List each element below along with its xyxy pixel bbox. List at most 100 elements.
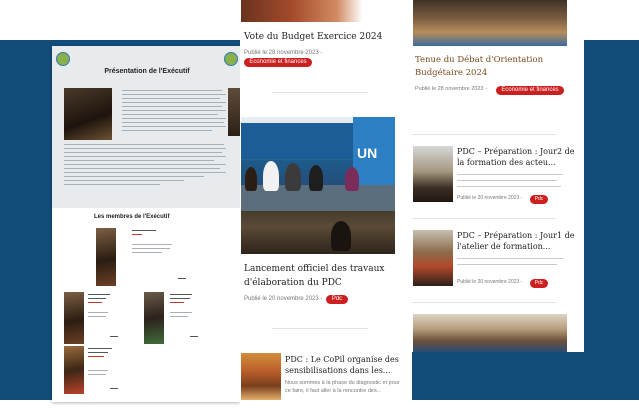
member-name-line <box>170 294 192 295</box>
text-line <box>64 160 214 161</box>
post-date: Publié le 20 novembre 2023 - <box>244 296 323 302</box>
post-title[interactable]: PDC – Préparation : Jour2 de la formatio… <box>457 146 577 168</box>
text-line <box>122 98 220 99</box>
post-thumbnail[interactable] <box>241 353 281 400</box>
text-line <box>64 180 184 181</box>
post-image[interactable] <box>241 0 369 22</box>
text-line <box>64 164 226 165</box>
text-line <box>170 312 192 313</box>
text-line <box>64 176 204 177</box>
text-line <box>457 258 563 259</box>
member-role-line <box>88 302 102 303</box>
post-image[interactable] <box>413 0 567 46</box>
category-pill[interactable]: Pdc <box>530 195 548 204</box>
category-pill[interactable]: Economie et finances <box>244 58 312 67</box>
text-line <box>64 148 226 149</box>
post-thumbnail[interactable] <box>413 146 453 202</box>
text-line <box>88 374 106 375</box>
member-photo <box>96 228 116 286</box>
member-photo <box>64 346 84 394</box>
text-line <box>457 174 563 175</box>
text-line <box>64 156 226 157</box>
text-line <box>132 252 162 253</box>
text-line <box>457 180 557 181</box>
post-date: Publié le 28 novembre 2023 - <box>415 86 487 92</box>
text-line <box>122 94 226 95</box>
text-line <box>88 370 108 371</box>
text-line <box>64 152 222 153</box>
text-line <box>132 248 170 249</box>
text-line <box>122 118 226 119</box>
text-line <box>64 172 226 173</box>
text-line <box>457 264 557 265</box>
post-thumbnail[interactable] <box>413 230 453 286</box>
text-line <box>122 130 212 131</box>
text-line <box>132 244 172 245</box>
post-title[interactable]: PDC – Préparation : Jour1 de l'atelier d… <box>457 230 577 252</box>
post-date: Publié le 20 novembre 2023 - <box>457 195 523 201</box>
post-image[interactable]: UN <box>241 117 395 254</box>
more-link[interactable] <box>110 336 118 337</box>
person-figure <box>345 167 359 191</box>
person-figure <box>263 161 279 191</box>
separator <box>272 92 368 93</box>
post-title[interactable]: Vote du Budget Exercice 2024 <box>244 30 404 44</box>
post-date: Publié le 20 novembre 2023 - <box>457 279 523 285</box>
member-role-line <box>132 234 142 235</box>
text-line <box>88 316 106 317</box>
person-figure <box>331 221 351 251</box>
executif-page-card[interactable]: Présentation de l'Exécutif Les membres d… <box>52 46 240 402</box>
more-link[interactable] <box>178 278 186 279</box>
text-line <box>122 110 226 111</box>
text-line <box>122 106 222 107</box>
member-role-line <box>88 356 104 357</box>
text-line <box>457 186 561 187</box>
text-line <box>64 168 220 169</box>
logo-icon <box>56 52 70 66</box>
text-line <box>122 126 226 127</box>
member-name-line <box>132 230 156 231</box>
separator <box>272 328 368 329</box>
logo-icon <box>224 52 238 66</box>
separator <box>412 218 556 219</box>
text-line <box>122 102 226 103</box>
text-line <box>122 90 222 91</box>
text-line <box>122 122 224 123</box>
member-name-line <box>88 294 110 295</box>
members-title: Les membres de l'Exécutif <box>94 214 170 220</box>
category-pill[interactable]: Pdc <box>530 279 548 288</box>
person-figure <box>245 167 257 191</box>
text-line <box>64 144 224 145</box>
category-pill[interactable]: Economie et finances <box>496 86 564 95</box>
executif-title: Présentation de l'Exécutif <box>104 68 190 75</box>
text-line <box>64 184 160 185</box>
post-excerpt: Nous sommes à la phase du diagnostic et … <box>285 380 400 394</box>
event-banner <box>241 123 353 159</box>
text-line <box>88 312 108 313</box>
post-title[interactable]: PDC : Le CoPil organise des sensibilisat… <box>285 354 403 376</box>
separator <box>412 134 556 135</box>
un-logo-icon: UN <box>357 145 378 161</box>
post-title[interactable]: Tenue du Débat d'Orientation Budgétaire … <box>415 54 575 80</box>
post-date: Publié le 28 novembre 2023 - <box>244 50 323 56</box>
member-photo <box>64 292 84 344</box>
more-link[interactable] <box>190 336 198 337</box>
post-image[interactable] <box>413 314 567 352</box>
category-pill[interactable]: Pdc <box>326 295 348 304</box>
more-link[interactable] <box>110 388 118 389</box>
text-line <box>122 114 218 115</box>
side-photo <box>228 88 240 136</box>
text-line <box>170 316 188 317</box>
separator <box>412 302 556 303</box>
member-name-line <box>88 298 106 299</box>
screenshot-collage: Présentation de l'Exécutif Les membres d… <box>0 0 639 408</box>
executif-header: Présentation de l'Exécutif <box>52 46 240 208</box>
president-photo <box>64 88 112 140</box>
member-name-line <box>170 298 190 299</box>
member-name-line <box>88 352 108 353</box>
person-figure <box>309 165 323 191</box>
member-photo <box>144 292 164 344</box>
person-figure <box>285 163 301 191</box>
member-role-line <box>170 302 184 303</box>
post-title[interactable]: Lancement officiel des travaux d'élabora… <box>244 262 404 290</box>
